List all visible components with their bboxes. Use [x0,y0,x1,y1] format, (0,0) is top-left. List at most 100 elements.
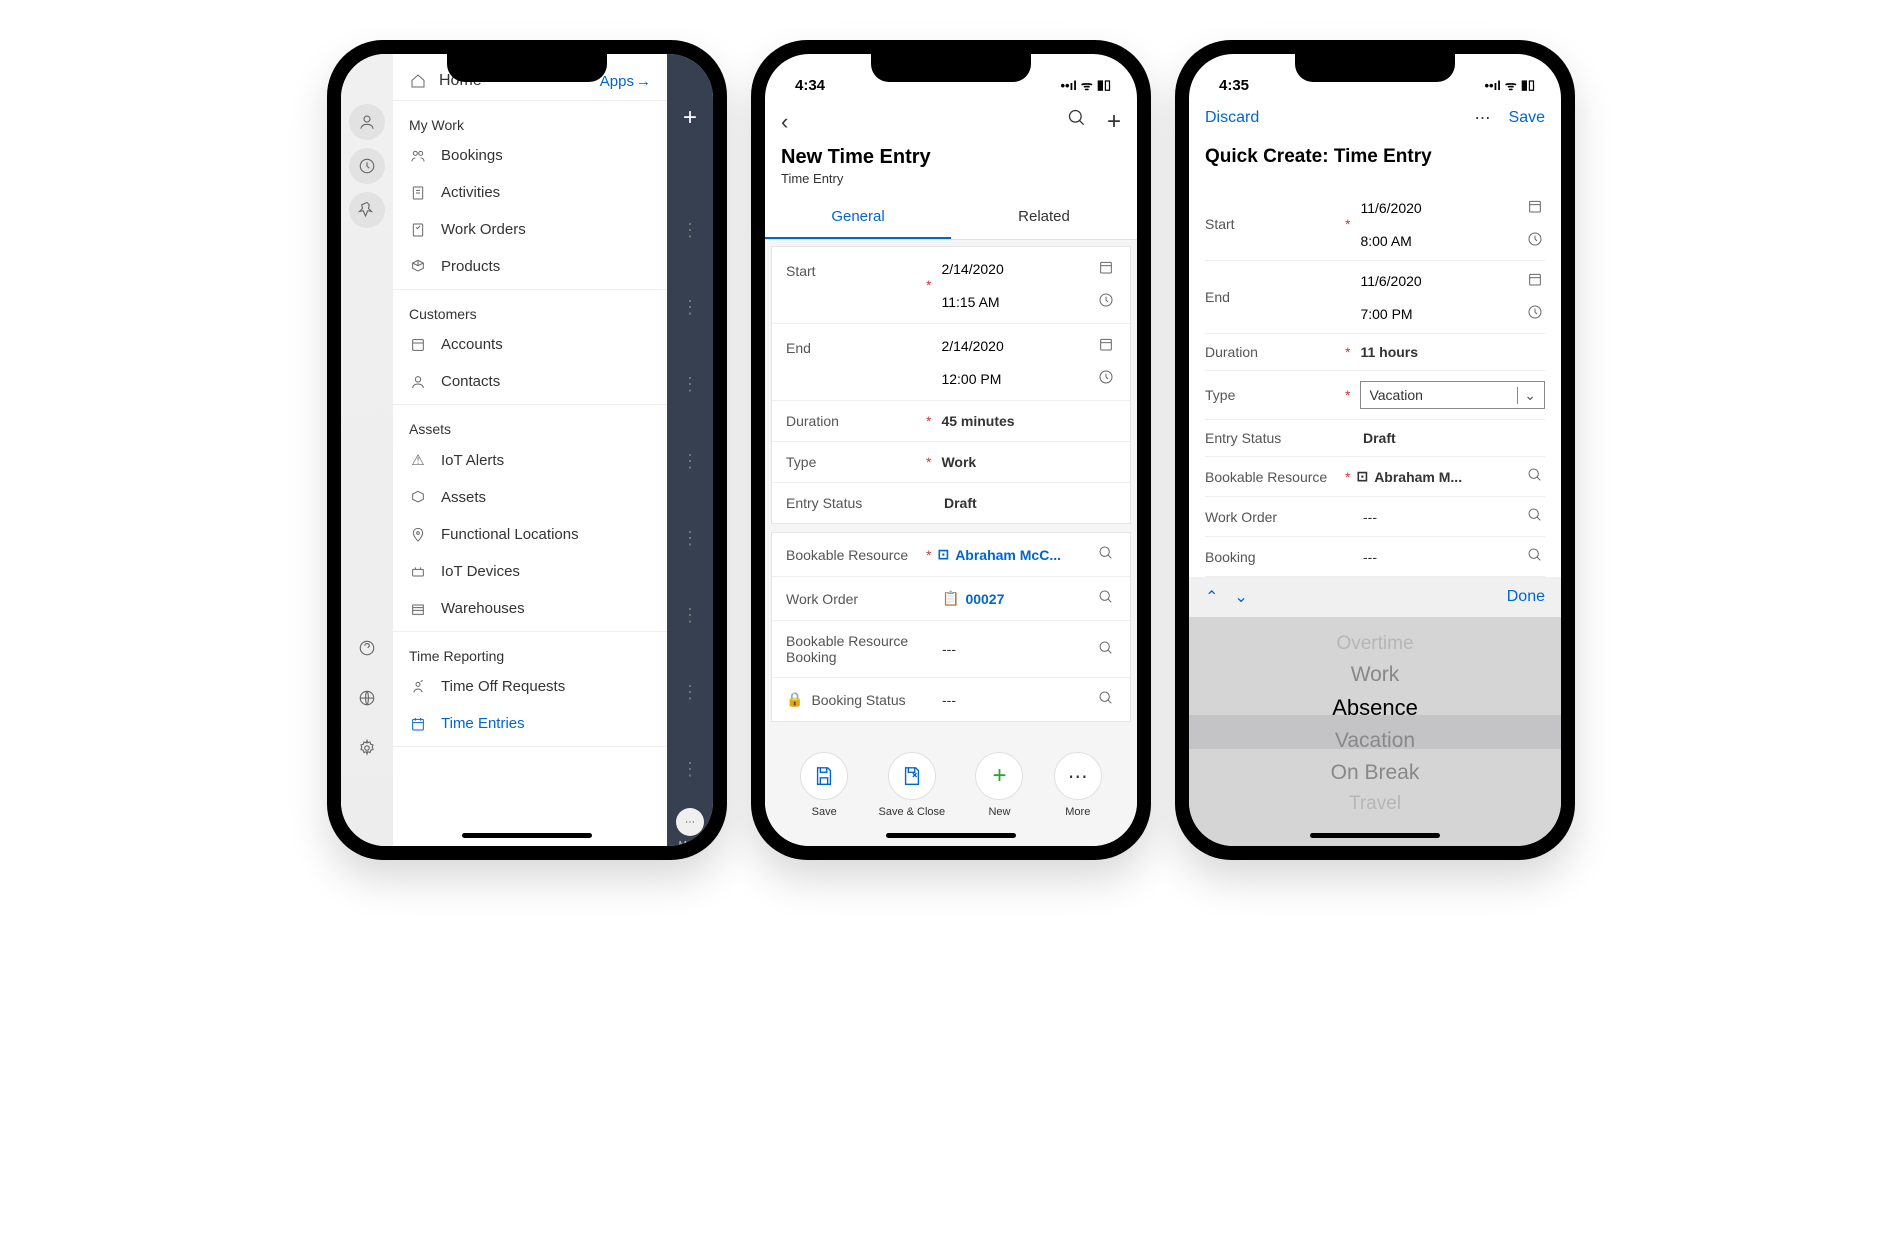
type-select[interactable]: Vacation⌄ [1360,381,1545,409]
search-icon[interactable] [1096,545,1116,564]
clock-icon[interactable] [1525,231,1545,250]
nav-contacts[interactable]: Contacts [393,363,667,400]
nav-time-off[interactable]: Time Off Requests [393,668,667,705]
field-duration[interactable]: Duration* 11 hours [1205,334,1545,371]
home-indicator [886,833,1016,838]
nav-home[interactable]: Home [409,72,482,90]
new-icon[interactable]: + [683,104,697,132]
recent-icon[interactable] [349,148,385,184]
row-overflow-icon[interactable]: ⋮ [681,451,699,472]
add-icon[interactable]: + [1107,108,1121,136]
tab-general[interactable]: General [765,196,951,239]
search-icon[interactable] [1525,547,1545,566]
profile-icon[interactable] [349,104,385,140]
field-entry-status[interactable]: Entry Status Draft [1205,420,1545,457]
warehouse-icon [409,601,427,617]
back-icon[interactable]: ‹ [781,109,788,135]
save-button[interactable]: Save [1509,109,1545,127]
home-indicator [1310,833,1440,838]
calendar-icon[interactable] [1096,336,1116,355]
field-booking[interactable]: Booking --- [1205,537,1545,577]
phone-new-time-entry: 4:34 ••ılᯤ▮▯ ‹ + New Time Entry Time Ent… [751,40,1151,860]
row-overflow-icon[interactable]: ⋮ [681,759,699,780]
calendar-icon[interactable] [1096,259,1116,278]
field-type[interactable]: Type* Vacation⌄ [1205,371,1545,420]
clock-icon[interactable] [1096,292,1116,311]
field-work-order[interactable]: Work Order 📋00027 [772,577,1130,621]
picker-option[interactable]: Travel [1349,791,1401,817]
accounts-icon [409,337,427,353]
field-work-order[interactable]: Work Order --- [1205,497,1545,537]
backdrop-overlay: + ⋮ ⋮ ⋮ ⋮ ⋮ ⋮ ⋮ ⋮ ⋯ More [667,54,713,846]
picker-option[interactable]: On Break [1331,759,1420,787]
search-icon[interactable] [1067,108,1087,136]
next-field-icon[interactable]: ⌄ [1234,587,1247,607]
nav-warehouses[interactable]: Warehouses [393,590,667,627]
clock-icon[interactable] [1096,369,1116,388]
save-button[interactable]: Save [800,752,848,818]
field-bookable-resource[interactable]: Bookable Resource* ⊡Abraham McC... [772,533,1130,577]
more-button[interactable]: ⋯More [1054,752,1102,818]
nav-accounts[interactable]: Accounts [393,326,667,363]
tabs: General Related [765,196,1137,240]
help-icon[interactable] [349,630,385,666]
picker-option[interactable]: Overtime [1336,631,1413,657]
wifi-icon: ᯤ [1081,76,1093,94]
settings-icon[interactable] [349,730,385,766]
apps-link[interactable]: Apps → [600,73,651,90]
discard-button[interactable]: Discard [1205,109,1259,127]
status-bar: 4:35 ••ılᯤ▮▯ [1189,54,1561,98]
field-bookable-resource[interactable]: Bookable Resource* ⊡Abraham M... [1205,457,1545,497]
done-button[interactable]: Done [1507,588,1545,606]
wifi-icon: ᯤ [1505,76,1517,94]
field-type[interactable]: Type* Work [772,442,1130,483]
row-overflow-icon[interactable]: ⋮ [681,297,699,318]
search-icon[interactable] [1096,640,1116,659]
search-icon[interactable] [1096,589,1116,608]
home-icon [409,73,427,89]
picker-option-selected[interactable]: Absence [1332,693,1418,723]
nav-rail [341,54,393,846]
nav-activities[interactable]: Activities [393,174,667,211]
new-button[interactable]: +New [975,752,1023,818]
field-booking-status[interactable]: 🔒Booking Status --- [772,678,1130,721]
globe-icon[interactable] [349,680,385,716]
nav-work-orders[interactable]: Work Orders [393,211,667,248]
nav-iot-alerts[interactable]: ⚠IoT Alerts [393,441,667,479]
activities-icon [409,185,427,201]
search-icon[interactable] [1525,467,1545,486]
nav-functional-locations[interactable]: Functional Locations [393,516,667,553]
location-icon [409,527,427,543]
calendar-icon[interactable] [1525,198,1545,217]
field-br-booking[interactable]: Bookable Resource Booking --- [772,621,1130,678]
search-icon[interactable] [1096,690,1116,709]
field-end[interactable]: End * 2/14/2020 12:00 PM [772,324,1130,401]
tab-related[interactable]: Related [951,196,1137,239]
save-close-button[interactable]: Save & Close [878,752,945,818]
pin-icon[interactable] [349,192,385,228]
prev-field-icon[interactable]: ⌃ [1205,587,1218,607]
row-overflow-icon[interactable]: ⋮ [681,682,699,703]
type-picker[interactable]: Overtime Work Absence Vacation On Break … [1189,617,1561,846]
nav-products[interactable]: Products [393,248,667,285]
row-overflow-icon[interactable]: ⋮ [681,374,699,395]
more-button[interactable]: ⋯ [676,808,704,836]
more-icon[interactable]: ⋯ [1475,108,1491,128]
nav-iot-devices[interactable]: IoT Devices [393,553,667,590]
clock-icon[interactable] [1525,304,1545,323]
nav-time-entries[interactable]: Time Entries [393,705,667,742]
field-end[interactable]: End* 11/6/2020 7:00 PM [1205,261,1545,334]
nav-assets[interactable]: Assets [393,479,667,516]
row-overflow-icon[interactable]: ⋮ [681,605,699,626]
field-entry-status[interactable]: Entry Status Draft [772,483,1130,523]
picker-option[interactable]: Vacation [1335,727,1415,755]
calendar-icon[interactable] [1525,271,1545,290]
nav-bookings[interactable]: Bookings [393,137,667,174]
field-duration[interactable]: Duration* 45 minutes [772,401,1130,442]
field-start[interactable]: Start* 11/6/2020 8:00 AM [1205,188,1545,261]
field-start[interactable]: Start * 2/14/2020 11:15 AM [772,247,1130,324]
row-overflow-icon[interactable]: ⋮ [681,528,699,549]
search-icon[interactable] [1525,507,1545,526]
row-overflow-icon[interactable]: ⋮ [681,220,699,241]
picker-option[interactable]: Work [1351,661,1400,689]
